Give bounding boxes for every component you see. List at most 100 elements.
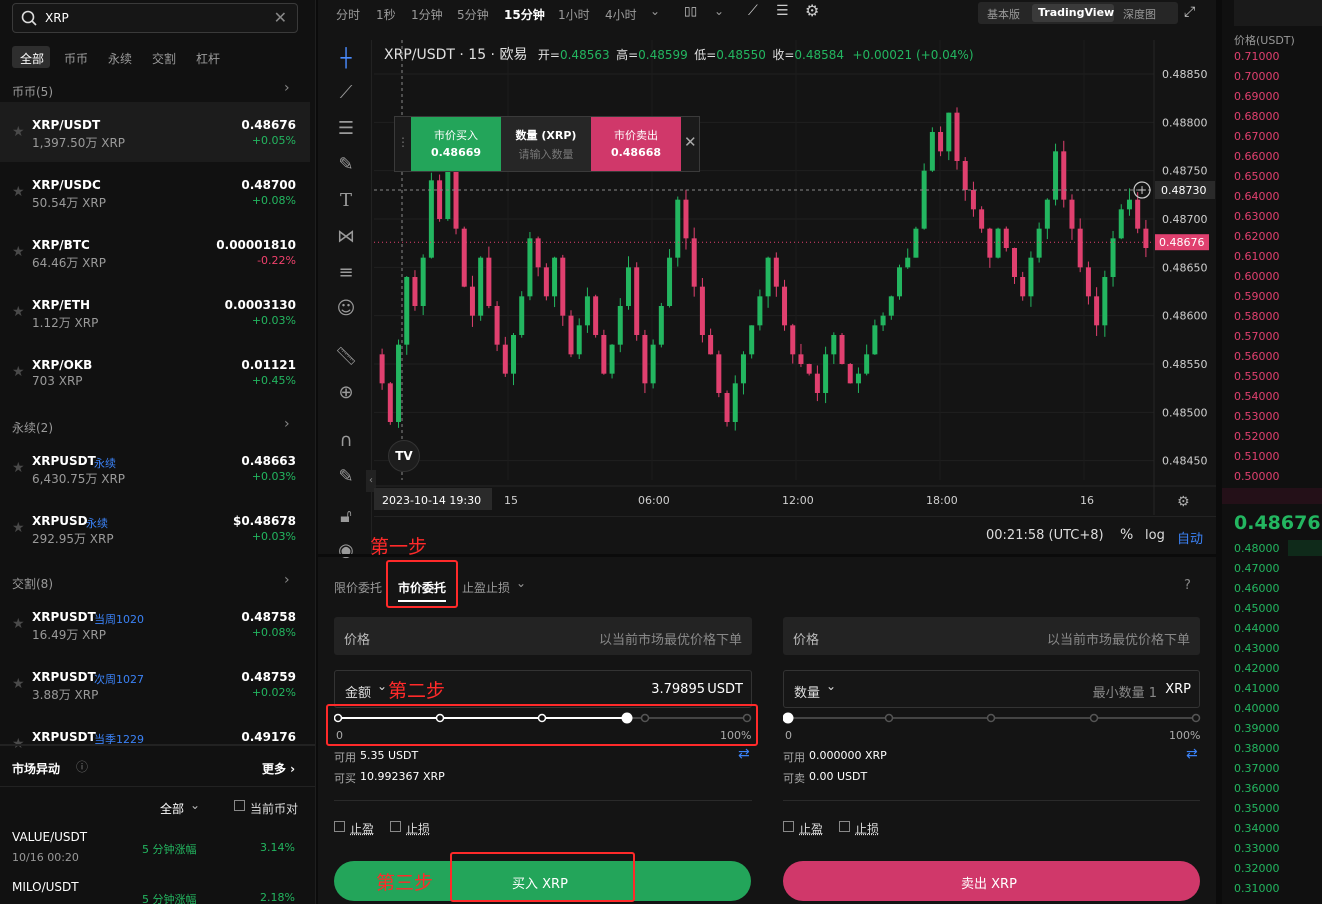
transfer-icon[interactable]: ⇄ xyxy=(1186,746,1198,762)
pair-row[interactable]: ★ XRPUSDT 永续 6,430.75万 XRP 0.48663 +0.03% xyxy=(0,438,310,498)
candlestick-chart[interactable]: 0.48850 0.48800 0.48750 0.48700 0.48650 0.486… xyxy=(374,40,1216,515)
bid-price[interactable]: 0.45000 xyxy=(1234,602,1280,615)
ask-price[interactable]: 0.67000 xyxy=(1234,130,1280,143)
qty-input[interactable]: 数量 (XRP) 请输入数量 xyxy=(501,117,591,171)
filter-swap[interactable]: 永续 xyxy=(108,50,132,67)
movers-filter-select[interactable]: 全部 xyxy=(160,800,184,817)
ask-price[interactable]: 0.63000 xyxy=(1234,210,1280,223)
unlock-icon[interactable]: 🔓︎ xyxy=(332,506,360,534)
filter-all[interactable]: 全部 xyxy=(20,50,44,67)
section-spot-header[interactable]: 币币(5) xyxy=(12,83,53,100)
info-icon[interactable]: ⓘ xyxy=(76,758,88,775)
bid-price[interactable]: 0.44000 xyxy=(1234,622,1280,635)
pair-row[interactable]: ★ XRP/BTC 64.46万 XRP 0.00001810 -0.22% xyxy=(0,222,310,282)
movers-more-link[interactable]: 更多 › xyxy=(262,760,295,777)
bid-price[interactable]: 0.48000 xyxy=(1234,542,1280,555)
settings-gear-icon[interactable]: ⚙ xyxy=(805,1,819,20)
search-input[interactable]: XRP xyxy=(45,11,69,25)
drag-handle-icon[interactable]: ⋮ xyxy=(397,135,409,149)
axis-settings-icon[interactable]: ⚙ xyxy=(1177,494,1190,510)
zoom-in-icon[interactable]: ⊕ xyxy=(332,382,360,410)
bid-price[interactable]: 0.34000 xyxy=(1234,822,1280,835)
ask-price[interactable]: 0.60000 xyxy=(1234,270,1280,283)
search-box[interactable]: XRP ✕ xyxy=(12,3,298,33)
pair-row[interactable]: ★ XRP/USDT 1,397.50万 XRP 0.48676 +0.05% xyxy=(0,102,310,162)
indicator-icon[interactable]: ⟋ xyxy=(748,3,758,19)
pattern-icon[interactable]: ⋈ xyxy=(332,226,360,254)
pair-row[interactable]: ★ XRPUSDT 次周1027 3.88万 XRP 0.48759 +0.02% xyxy=(0,654,310,714)
sell-qty-field[interactable]: 数量 ⌄ 最小数量 1 XRP xyxy=(783,670,1200,708)
bid-price[interactable]: 0.39000 xyxy=(1234,722,1280,735)
market-sell-button[interactable]: 市价卖出 0.48668 xyxy=(591,117,681,171)
close-icon[interactable]: ✕ xyxy=(684,133,697,151)
ask-price[interactable]: 0.51000 xyxy=(1234,450,1280,463)
star-icon[interactable]: ★ xyxy=(12,184,25,200)
view-tradingview[interactable]: TradingView xyxy=(1038,6,1114,19)
star-icon[interactable]: ★ xyxy=(12,676,25,692)
ask-price[interactable]: 0.56000 xyxy=(1234,350,1280,363)
chevron-down-icon[interactable]: ⌄ xyxy=(714,4,724,18)
view-depth[interactable]: 深度图 xyxy=(1123,6,1156,22)
fullscreen-icon[interactable]: ⤢ xyxy=(1184,4,1195,20)
bid-price[interactable]: 0.33000 xyxy=(1234,842,1280,855)
magnet-icon[interactable]: ∩ xyxy=(332,430,360,458)
star-icon[interactable]: ★ xyxy=(12,124,25,140)
sell-slider[interactable] xyxy=(783,710,1203,726)
ask-price[interactable]: 0.70000 xyxy=(1234,70,1280,83)
filter-margin[interactable]: 杠杆 xyxy=(196,50,220,67)
checkbox-sell-sl[interactable] xyxy=(839,821,850,832)
bid-price[interactable]: 0.41000 xyxy=(1234,682,1280,695)
percent-toggle[interactable]: % xyxy=(1120,527,1133,543)
sell-xrp-button[interactable]: 卖出 XRP xyxy=(783,861,1200,901)
checkbox-current[interactable] xyxy=(234,800,245,811)
text-tool-icon[interactable]: T xyxy=(332,190,360,218)
star-icon[interactable]: ★ xyxy=(12,364,25,380)
ask-price[interactable]: 0.55000 xyxy=(1234,370,1280,383)
ask-price[interactable]: 0.52000 xyxy=(1234,430,1280,443)
measure-lines-icon[interactable]: ≡ xyxy=(332,262,360,290)
pair-row[interactable]: ★ XRP/OKB 703 XRP 0.01121 +0.45% xyxy=(0,342,310,402)
chevron-right-icon[interactable]: › xyxy=(284,416,290,432)
mover-symbol[interactable]: VALUE/USDT xyxy=(12,830,87,844)
ask-price[interactable]: 0.65000 xyxy=(1234,170,1280,183)
bid-price[interactable]: 0.32000 xyxy=(1234,862,1280,875)
horizontal-lines-icon[interactable]: ☰ xyxy=(332,118,360,146)
tf-1s[interactable]: 1秒 xyxy=(376,6,396,23)
ask-price[interactable]: 0.61000 xyxy=(1234,250,1280,263)
tf-4h[interactable]: 4小时 xyxy=(605,6,637,23)
star-icon[interactable]: ★ xyxy=(12,244,25,260)
chevron-down-icon[interactable]: ⌄ xyxy=(516,576,526,590)
star-icon[interactable]: ★ xyxy=(12,616,25,632)
checkbox-buy-sl[interactable] xyxy=(390,821,401,832)
help-icon[interactable]: ? xyxy=(1184,578,1191,593)
chevron-right-icon[interactable]: › xyxy=(284,572,290,588)
ask-price[interactable]: 0.57000 xyxy=(1234,330,1280,343)
bid-price[interactable]: 0.38000 xyxy=(1234,742,1280,755)
tf-1m[interactable]: 1分钟 xyxy=(411,6,443,23)
ask-price[interactable]: 0.62000 xyxy=(1234,230,1280,243)
crosshair-icon[interactable]: ┼ xyxy=(332,48,360,76)
ask-price[interactable]: 0.71000 xyxy=(1234,50,1280,63)
bid-price[interactable]: 0.43000 xyxy=(1234,642,1280,655)
ask-price[interactable]: 0.50000 xyxy=(1234,470,1280,483)
buy-price-field[interactable]: 价格 以当前市场最优价格下单 xyxy=(334,617,752,655)
ask-price[interactable]: 0.53000 xyxy=(1234,410,1280,423)
pair-row[interactable]: ★ XRPUSD 永续 292.95万 XRP $0.48678 +0.03% xyxy=(0,498,310,558)
bid-price[interactable]: 0.42000 xyxy=(1234,662,1280,675)
bid-price[interactable]: 0.46000 xyxy=(1234,582,1280,595)
market-buy-button[interactable]: 市价买入 0.48669 xyxy=(411,117,501,171)
ask-price[interactable]: 0.54000 xyxy=(1234,390,1280,403)
buy-amount-label[interactable]: 金额 xyxy=(345,682,371,701)
log-toggle[interactable]: log xyxy=(1145,528,1165,543)
tf-5m[interactable]: 5分钟 xyxy=(457,6,489,23)
bid-price[interactable]: 0.36000 xyxy=(1234,782,1280,795)
pair-row[interactable]: ★ XRP/USDC 50.54万 XRP 0.48700 +0.08% xyxy=(0,162,310,222)
lock-draw-icon[interactable]: ✎ xyxy=(332,466,360,494)
mover-symbol[interactable]: MILO/USDT xyxy=(12,880,79,894)
bid-price[interactable]: 0.31000 xyxy=(1234,882,1280,895)
ask-price[interactable]: 0.58000 xyxy=(1234,310,1280,323)
chevron-down-icon[interactable]: ⌄ xyxy=(650,4,660,18)
buy-amount-value[interactable]: 3.79895 xyxy=(651,682,705,697)
chevron-down-icon[interactable]: ⌄ xyxy=(377,679,387,693)
pair-row[interactable]: ★ XRPUSDT 当周1020 16.49万 XRP 0.48758 +0.08% xyxy=(0,594,310,654)
